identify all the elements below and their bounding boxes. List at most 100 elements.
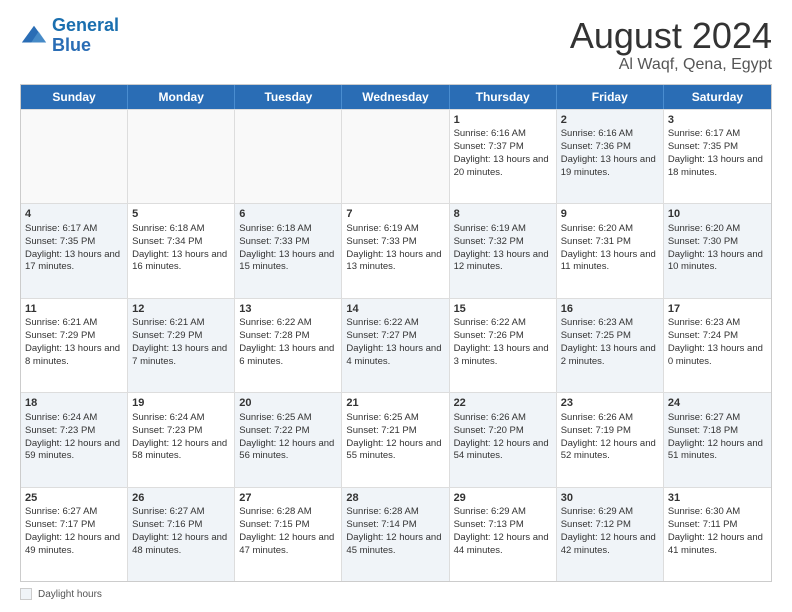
calendar-cell: 14Sunrise: 6:22 AM Sunset: 7:27 PM Dayli… [342,299,449,392]
day-number: 29 [454,491,552,506]
day-number: 21 [346,396,444,411]
calendar-cell [21,110,128,203]
day-number: 7 [346,207,444,222]
header: General Blue August 2024 Al Waqf, Qena, … [20,16,772,74]
calendar-cell [128,110,235,203]
calendar-cell: 24Sunrise: 6:27 AM Sunset: 7:18 PM Dayli… [664,393,771,486]
calendar-cell: 4Sunrise: 6:17 AM Sunset: 7:35 PM Daylig… [21,204,128,297]
day-info: Sunrise: 6:27 AM Sunset: 7:17 PM Dayligh… [25,506,120,555]
day-number: 20 [239,396,337,411]
day-info: Sunrise: 6:19 AM Sunset: 7:32 PM Dayligh… [454,223,549,272]
day-number: 6 [239,207,337,222]
calendar-cell: 13Sunrise: 6:22 AM Sunset: 7:28 PM Dayli… [235,299,342,392]
day-number: 17 [668,302,767,317]
day-number: 9 [561,207,659,222]
day-number: 3 [668,113,767,128]
calendar-cell: 1Sunrise: 6:16 AM Sunset: 7:37 PM Daylig… [450,110,557,203]
day-number: 22 [454,396,552,411]
day-number: 10 [668,207,767,222]
logo-general: General [52,15,119,35]
day-number: 13 [239,302,337,317]
day-info: Sunrise: 6:27 AM Sunset: 7:18 PM Dayligh… [668,412,763,461]
calendar-cell: 27Sunrise: 6:28 AM Sunset: 7:15 PM Dayli… [235,488,342,581]
calendar-header-cell: Sunday [21,85,128,109]
day-info: Sunrise: 6:18 AM Sunset: 7:33 PM Dayligh… [239,223,334,272]
calendar-cell: 20Sunrise: 6:25 AM Sunset: 7:22 PM Dayli… [235,393,342,486]
day-number: 18 [25,396,123,411]
calendar-cell: 3Sunrise: 6:17 AM Sunset: 7:35 PM Daylig… [664,110,771,203]
calendar-cell: 29Sunrise: 6:29 AM Sunset: 7:13 PM Dayli… [450,488,557,581]
calendar-week-row: 1Sunrise: 6:16 AM Sunset: 7:37 PM Daylig… [21,109,771,203]
calendar-cell: 30Sunrise: 6:29 AM Sunset: 7:12 PM Dayli… [557,488,664,581]
calendar-cell: 25Sunrise: 6:27 AM Sunset: 7:17 PM Dayli… [21,488,128,581]
day-info: Sunrise: 6:19 AM Sunset: 7:33 PM Dayligh… [346,223,441,272]
calendar-cell: 22Sunrise: 6:26 AM Sunset: 7:20 PM Dayli… [450,393,557,486]
day-number: 19 [132,396,230,411]
day-info: Sunrise: 6:21 AM Sunset: 7:29 PM Dayligh… [132,317,227,366]
calendar-header-cell: Thursday [450,85,557,109]
calendar-cell [235,110,342,203]
day-number: 25 [25,491,123,506]
calendar-header-cell: Wednesday [342,85,449,109]
day-info: Sunrise: 6:26 AM Sunset: 7:19 PM Dayligh… [561,412,656,461]
day-info: Sunrise: 6:18 AM Sunset: 7:34 PM Dayligh… [132,223,227,272]
logo-text: General Blue [52,16,119,56]
calendar-header-cell: Monday [128,85,235,109]
day-info: Sunrise: 6:28 AM Sunset: 7:14 PM Dayligh… [346,506,441,555]
day-info: Sunrise: 6:27 AM Sunset: 7:16 PM Dayligh… [132,506,227,555]
calendar-cell: 15Sunrise: 6:22 AM Sunset: 7:26 PM Dayli… [450,299,557,392]
day-number: 14 [346,302,444,317]
day-number: 26 [132,491,230,506]
day-info: Sunrise: 6:22 AM Sunset: 7:26 PM Dayligh… [454,317,549,366]
day-info: Sunrise: 6:17 AM Sunset: 7:35 PM Dayligh… [668,128,763,177]
title-block: August 2024 Al Waqf, Qena, Egypt [570,16,772,74]
day-info: Sunrise: 6:29 AM Sunset: 7:13 PM Dayligh… [454,506,549,555]
location-title: Al Waqf, Qena, Egypt [570,56,772,74]
logo-icon [20,22,48,50]
calendar-cell: 12Sunrise: 6:21 AM Sunset: 7:29 PM Dayli… [128,299,235,392]
calendar-cell: 9Sunrise: 6:20 AM Sunset: 7:31 PM Daylig… [557,204,664,297]
calendar-header-cell: Tuesday [235,85,342,109]
calendar-header-cell: Friday [557,85,664,109]
logo-blue: Blue [52,35,91,55]
day-number: 1 [454,113,552,128]
calendar-week-row: 18Sunrise: 6:24 AM Sunset: 7:23 PM Dayli… [21,392,771,486]
day-info: Sunrise: 6:29 AM Sunset: 7:12 PM Dayligh… [561,506,656,555]
day-number: 16 [561,302,659,317]
day-info: Sunrise: 6:23 AM Sunset: 7:24 PM Dayligh… [668,317,763,366]
calendar-cell: 18Sunrise: 6:24 AM Sunset: 7:23 PM Dayli… [21,393,128,486]
calendar-week-row: 11Sunrise: 6:21 AM Sunset: 7:29 PM Dayli… [21,298,771,392]
day-number: 2 [561,113,659,128]
calendar-week-row: 25Sunrise: 6:27 AM Sunset: 7:17 PM Dayli… [21,487,771,581]
day-number: 24 [668,396,767,411]
calendar-cell: 26Sunrise: 6:27 AM Sunset: 7:16 PM Dayli… [128,488,235,581]
legend-label: Daylight hours [38,589,102,600]
calendar-cell: 23Sunrise: 6:26 AM Sunset: 7:19 PM Dayli… [557,393,664,486]
calendar-cell: 10Sunrise: 6:20 AM Sunset: 7:30 PM Dayli… [664,204,771,297]
day-number: 27 [239,491,337,506]
day-info: Sunrise: 6:22 AM Sunset: 7:27 PM Dayligh… [346,317,441,366]
calendar-cell: 5Sunrise: 6:18 AM Sunset: 7:34 PM Daylig… [128,204,235,297]
day-info: Sunrise: 6:28 AM Sunset: 7:15 PM Dayligh… [239,506,334,555]
calendar-body: 1Sunrise: 6:16 AM Sunset: 7:37 PM Daylig… [21,109,771,581]
calendar-header-cell: Saturday [664,85,771,109]
calendar-header-row: SundayMondayTuesdayWednesdayThursdayFrid… [21,85,771,109]
day-info: Sunrise: 6:24 AM Sunset: 7:23 PM Dayligh… [25,412,120,461]
calendar: SundayMondayTuesdayWednesdayThursdayFrid… [20,84,772,582]
calendar-cell: 2Sunrise: 6:16 AM Sunset: 7:36 PM Daylig… [557,110,664,203]
day-info: Sunrise: 6:22 AM Sunset: 7:28 PM Dayligh… [239,317,334,366]
day-info: Sunrise: 6:24 AM Sunset: 7:23 PM Dayligh… [132,412,227,461]
calendar-cell: 17Sunrise: 6:23 AM Sunset: 7:24 PM Dayli… [664,299,771,392]
day-number: 15 [454,302,552,317]
calendar-cell: 28Sunrise: 6:28 AM Sunset: 7:14 PM Dayli… [342,488,449,581]
calendar-cell: 21Sunrise: 6:25 AM Sunset: 7:21 PM Dayli… [342,393,449,486]
day-number: 30 [561,491,659,506]
calendar-cell: 31Sunrise: 6:30 AM Sunset: 7:11 PM Dayli… [664,488,771,581]
day-info: Sunrise: 6:16 AM Sunset: 7:36 PM Dayligh… [561,128,656,177]
logo: General Blue [20,16,119,56]
day-info: Sunrise: 6:30 AM Sunset: 7:11 PM Dayligh… [668,506,763,555]
day-number: 28 [346,491,444,506]
calendar-cell: 6Sunrise: 6:18 AM Sunset: 7:33 PM Daylig… [235,204,342,297]
day-info: Sunrise: 6:17 AM Sunset: 7:35 PM Dayligh… [25,223,120,272]
calendar-cell: 11Sunrise: 6:21 AM Sunset: 7:29 PM Dayli… [21,299,128,392]
